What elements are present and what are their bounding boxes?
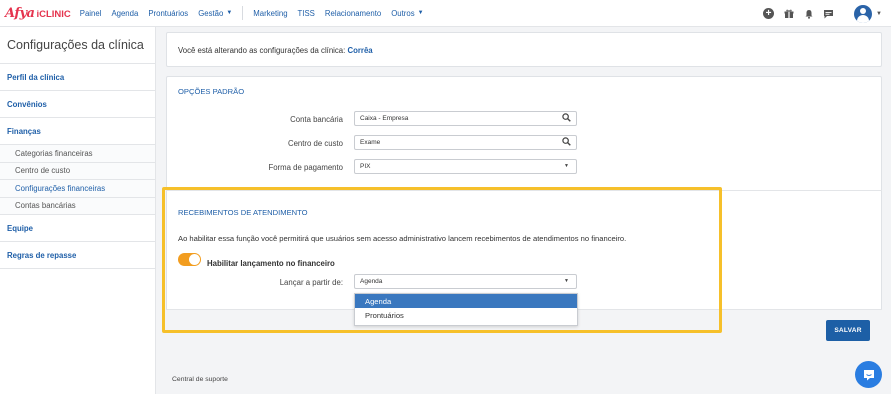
nav-prontuarios[interactable]: Prontuários bbox=[148, 9, 188, 18]
chat-icon bbox=[863, 369, 874, 380]
forma-pagamento-select[interactable]: PIX ▼ bbox=[354, 159, 577, 174]
nav-label: Marketing bbox=[253, 8, 288, 18]
lancar-dropdown-menu: Agenda Prontuários bbox=[354, 293, 578, 326]
avatar-body bbox=[857, 14, 870, 23]
nav-label: Painel bbox=[79, 8, 102, 18]
bell-icon[interactable] bbox=[803, 8, 814, 19]
centro-custo-field[interactable]: Exame bbox=[354, 135, 577, 150]
caret-down-icon: ▼ bbox=[564, 163, 569, 169]
clinic-alert: Você está alterando as configurações da … bbox=[166, 32, 882, 67]
nav-painel[interactable]: Painel bbox=[80, 9, 102, 18]
sidebar-subitem-categorias[interactable]: Categorias financeiras bbox=[0, 145, 155, 163]
alert-text: Você está alterando as configurações da … bbox=[178, 46, 346, 55]
afya-iclinic-logo[interactable]: Afya iCLINIC bbox=[5, 6, 71, 21]
nav-relacionamento[interactable]: Relacionamento bbox=[325, 9, 381, 18]
sidebar-item-perfil[interactable]: Perfil da clínica bbox=[0, 64, 155, 91]
toggle-label: Habilitar lançamento no financeiro bbox=[207, 259, 335, 268]
lancar-a-partir-select[interactable]: Agenda ▼ bbox=[354, 274, 577, 289]
label-lancar-a-partir: Lançar a partir de: bbox=[279, 278, 343, 287]
sidebar-subitem-centro-custo[interactable]: Centro de custo bbox=[0, 162, 155, 180]
main-nav: Painel Agenda Prontuários Gestão ▼ Market… bbox=[80, 6, 434, 20]
dropdown-option-prontuarios[interactable]: Prontuários bbox=[355, 308, 577, 322]
add-icon[interactable]: + bbox=[763, 8, 775, 19]
alert-clinic-name: Corrêa bbox=[347, 46, 373, 55]
sidebar-item-equipe[interactable]: Equipe bbox=[0, 215, 155, 242]
chevron-down-icon[interactable]: ▼ bbox=[876, 11, 882, 17]
chevron-down-icon: ▼ bbox=[417, 10, 424, 16]
logo-iclinic: iCLINIC bbox=[36, 8, 71, 20]
habilitar-lancamento-toggle[interactable] bbox=[178, 253, 201, 266]
nav-tiss[interactable]: TISS bbox=[298, 9, 315, 18]
conta-bancaria-value: Caixa - Empresa bbox=[360, 115, 409, 122]
label-centro-custo: Centro de custo bbox=[287, 139, 343, 148]
conta-bancaria-field[interactable]: Caixa - Empresa bbox=[354, 111, 577, 126]
gift-icon[interactable] bbox=[783, 8, 794, 19]
dropdown-option-agenda[interactable]: Agenda bbox=[355, 294, 577, 308]
sidebar-subitem-contas-bancarias[interactable]: Contas bancárias bbox=[0, 197, 155, 215]
nav-label: Relacionamento bbox=[324, 8, 382, 18]
section-divider bbox=[166, 190, 882, 191]
search-icon[interactable] bbox=[562, 137, 571, 146]
centro-custo-value: Exame bbox=[360, 139, 381, 146]
nav-label: Gestão bbox=[198, 8, 224, 18]
user-avatar[interactable] bbox=[854, 4, 873, 23]
section-title-opcoes: OPÇÕES PADRÃO bbox=[178, 87, 245, 96]
sidebar-item-financas[interactable]: Finanças bbox=[0, 118, 155, 145]
forma-pagamento-value: PIX bbox=[360, 163, 371, 170]
nav-label: Prontuários bbox=[148, 8, 189, 18]
logo-afya: Afya bbox=[5, 5, 35, 21]
search-icon[interactable] bbox=[562, 113, 571, 122]
sidebar-title: Configurações da clínica bbox=[0, 27, 155, 64]
settings-sidebar: Configurações da clínica Perfil da clíni… bbox=[0, 27, 156, 394]
label-conta-bancaria: Conta bancária bbox=[290, 115, 343, 124]
top-icons: + ▼ bbox=[754, 0, 891, 27]
nav-outros[interactable]: Outros ▼ bbox=[391, 9, 423, 18]
sidebar-item-convenios[interactable]: Convênios bbox=[0, 91, 155, 118]
lancar-a-partir-value: Agenda bbox=[360, 278, 383, 285]
message-icon[interactable] bbox=[823, 8, 834, 19]
nav-label: TISS bbox=[297, 8, 315, 18]
recebimentos-description: Ao habilitar essa função você permitirá … bbox=[178, 234, 627, 243]
nav-gestao[interactable]: Gestão ▼ bbox=[198, 9, 232, 18]
chat-button[interactable] bbox=[855, 361, 882, 388]
nav-divider bbox=[242, 6, 244, 20]
avatar-head bbox=[860, 7, 867, 14]
toggle-knob bbox=[189, 254, 200, 265]
label-forma-pagamento: Forma de pagamento bbox=[268, 163, 343, 172]
nav-agenda[interactable]: Agenda bbox=[111, 9, 138, 18]
nav-marketing[interactable]: Marketing bbox=[253, 9, 287, 18]
nav-label: Outros bbox=[391, 8, 415, 18]
support-link[interactable]: Central de suporte bbox=[172, 376, 228, 383]
chevron-down-icon: ▼ bbox=[226, 10, 233, 16]
caret-down-icon: ▼ bbox=[564, 278, 569, 284]
save-button[interactable]: SALVAR bbox=[826, 320, 870, 341]
section-title-recebimentos: RECEBIMENTOS DE ATENDIMENTO bbox=[178, 208, 308, 217]
sidebar-subitem-config-financeiras[interactable]: Configurações financeiras bbox=[0, 180, 155, 198]
sidebar-item-repasse[interactable]: Regras de repasse bbox=[0, 242, 155, 269]
nav-label: Agenda bbox=[111, 8, 139, 18]
top-navbar: Afya iCLINIC Painel Agenda Prontuários G… bbox=[0, 0, 891, 27]
